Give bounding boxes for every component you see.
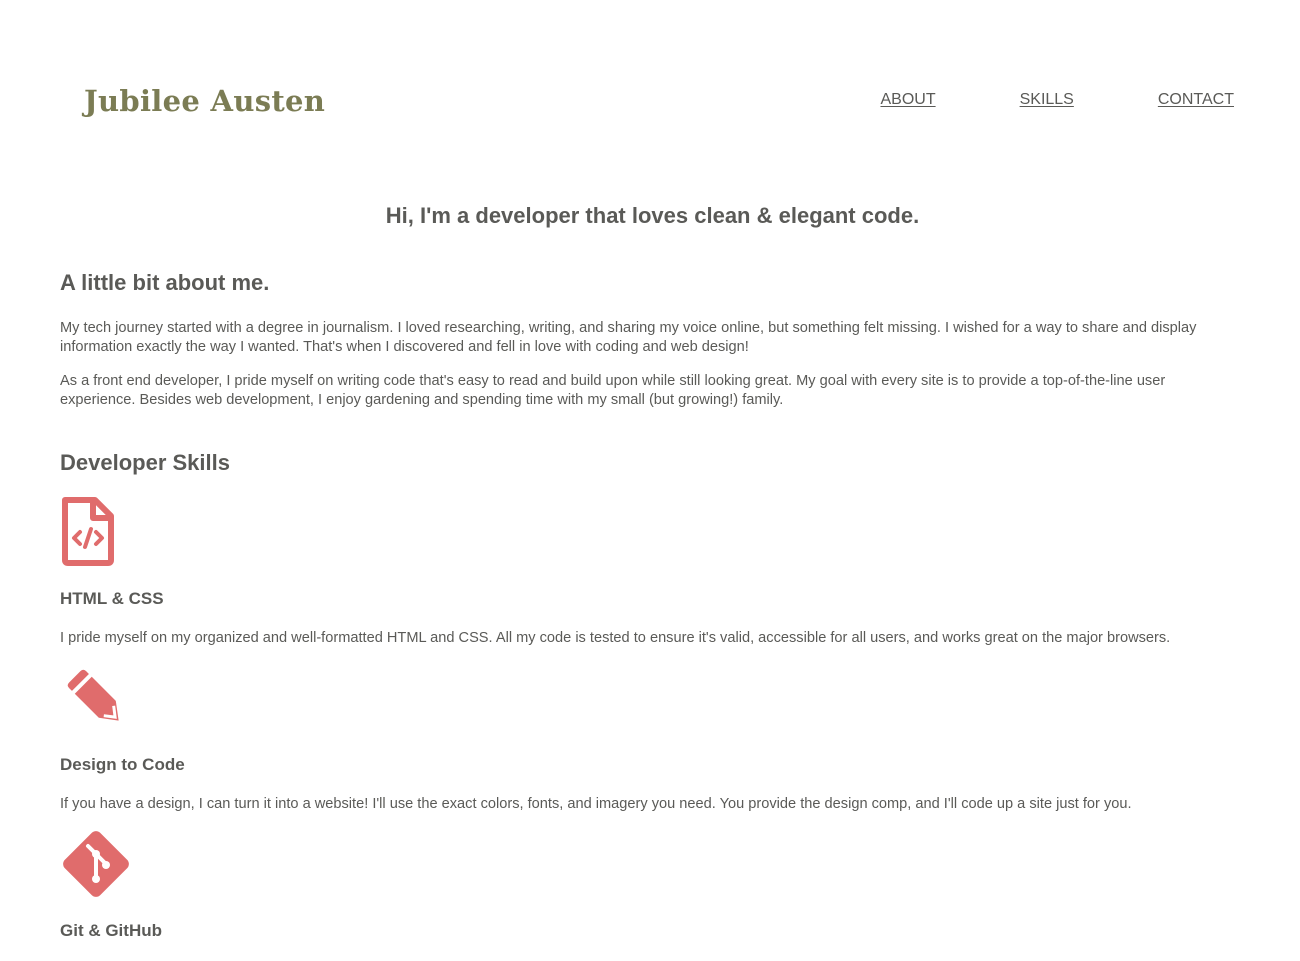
- main-nav: ABOUT SKILLS CONTACT: [880, 91, 1234, 109]
- main-content: A little bit about me. My tech journey s…: [60, 270, 1240, 961]
- about-paragraph: As a front end developer, I pride myself…: [60, 373, 1166, 408]
- skill-item: Git & GitHub: [60, 828, 1240, 941]
- nav-link-contact[interactable]: CONTACT: [1158, 91, 1234, 109]
- skill-item: Design to Code If you have a design, I c…: [60, 662, 1240, 814]
- skill-title: Design to Code: [60, 755, 185, 774]
- brand-name[interactable]: Jubilee Austen: [84, 84, 325, 118]
- skill-item: HTML & CSS I pride myself on my organize…: [60, 496, 1240, 648]
- git-icon: [63, 831, 129, 897]
- portfolio-page: Jubilee Austen ABOUT SKILLS CONTACT Hi, …: [0, 0, 1300, 961]
- skill-description: I pride myself on my organized and well-…: [60, 630, 1171, 646]
- file-code-icon: [62, 497, 114, 566]
- hero-title: Hi, I'm a developer that loves clean & e…: [385, 203, 920, 228]
- skill-title: HTML & CSS: [60, 589, 164, 608]
- about-paragraph: My tech journey started with a degree in…: [60, 320, 1197, 355]
- site-header: Jubilee Austen ABOUT SKILLS CONTACT: [0, 0, 1300, 190]
- skill-title: Git & GitHub: [60, 921, 162, 940]
- skills-heading: Developer Skills: [60, 450, 230, 475]
- skills-section: Developer Skills HTML & CSS I pride myse…: [60, 450, 1240, 941]
- nav-link-skills[interactable]: SKILLS: [1020, 91, 1074, 109]
- about-heading: A little bit about me.: [60, 270, 270, 295]
- pencil-icon: [67, 669, 119, 721]
- nav-link-about[interactable]: ABOUT: [880, 91, 935, 109]
- about-section: A little bit about me. My tech journey s…: [60, 270, 1240, 410]
- skill-description: If you have a design, I can turn it into…: [60, 796, 1132, 812]
